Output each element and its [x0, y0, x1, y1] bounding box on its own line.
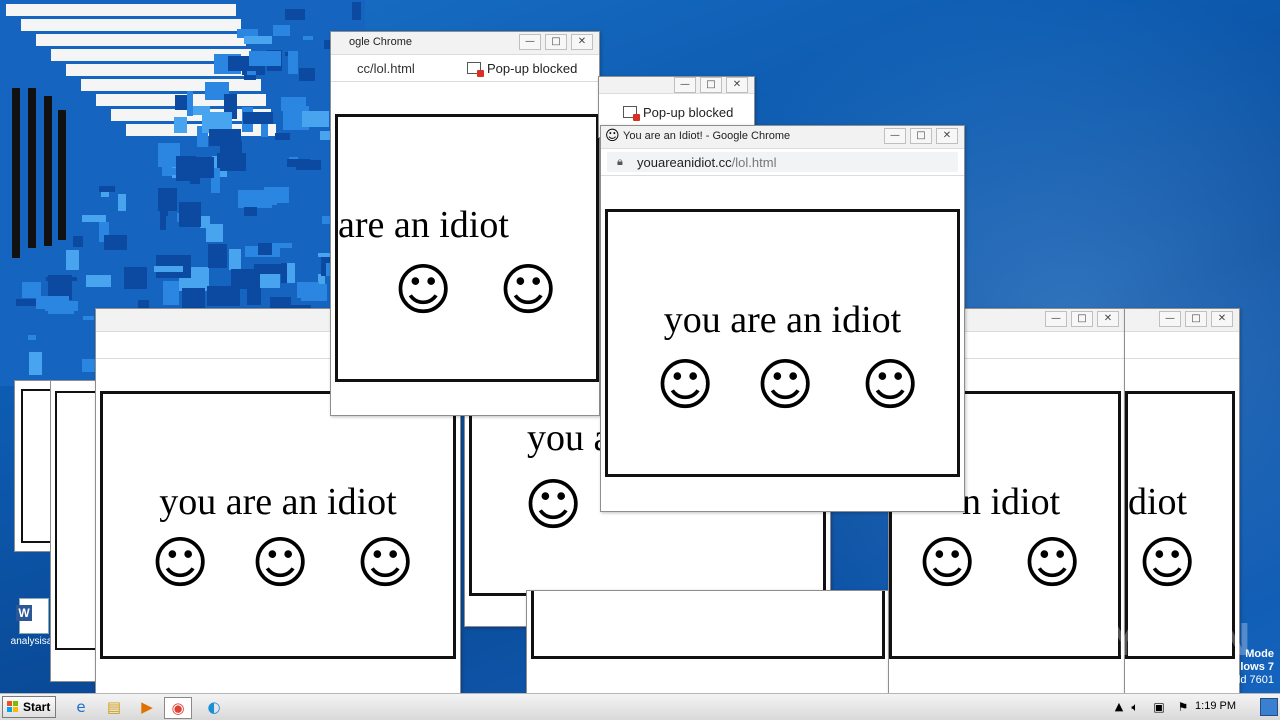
idiot-message: n idiot [962, 481, 1061, 523]
word-document-icon: W [16, 598, 49, 634]
show-desktop-button[interactable] [1260, 698, 1278, 716]
address-bar[interactable]: cc/lol.html Pop-up blocked [331, 55, 599, 82]
title-bar[interactable]: ☺ You are an Idiot! - Google Chrome — □ … [601, 126, 964, 149]
popup-blocked-indicator[interactable]: Pop-up blocked [623, 105, 734, 121]
chrome-icon[interactable]: ◉ [164, 697, 192, 719]
edge-icon[interactable]: ◐ [203, 697, 225, 717]
popup-blocked-label: Pop-up blocked [487, 61, 578, 76]
action-center-flag-icon[interactable]: ⚑ [1172, 697, 1194, 717]
windows-logo-icon [7, 701, 19, 713]
explorer-icon[interactable]: ▤ [103, 697, 125, 717]
smiley-icon: ☺ [756, 353, 815, 418]
idiot-message: are an idiot [338, 204, 509, 246]
window-title: You are an Idiot! - Google Chrome [623, 130, 791, 142]
smiley-icon: ☺ [251, 531, 310, 596]
smiley-icon: ☺ [861, 353, 920, 418]
anyrun-watermark: ANY.RUN [1040, 613, 1252, 665]
minimize-button[interactable]: — [519, 34, 541, 50]
smiley-icon: ☺ [499, 258, 558, 323]
idiot-message: you are an idiot [663, 299, 902, 341]
maximize-button[interactable]: □ [1071, 311, 1093, 327]
close-button[interactable]: ✕ [1211, 311, 1233, 327]
background-window [526, 590, 890, 695]
idiot-window-front[interactable]: ☺ You are an Idiot! - Google Chrome — □ … [600, 125, 965, 512]
address-bar[interactable] [1125, 332, 1239, 359]
lock-icon: 🔒︎ [617, 156, 623, 168]
smiley-icon: ☺ [605, 128, 620, 144]
smiley-icon: ☺ [524, 473, 583, 538]
popup-blocked-label: Pop-up blocked [643, 105, 734, 120]
test-mode-watermark: Mode lows 7 ld 7601 [1237, 648, 1274, 686]
url-text: youareanidiot.cc/lol.html [637, 155, 777, 170]
maximize-button[interactable]: □ [545, 34, 567, 50]
idiot-message: you are an idiot [159, 481, 397, 523]
title-bar[interactable]: — □ ✕ [1125, 309, 1239, 332]
idiot-content: are an idiot ☺ ☺ [335, 114, 599, 382]
close-button[interactable]: ✕ [1097, 311, 1119, 327]
idiot-content: you are an idiot ☺ ☺ ☺ [100, 391, 456, 659]
minimize-button[interactable]: — [884, 128, 906, 144]
smiley-icon: ☺ [1023, 531, 1082, 596]
title-bar[interactable]: ogle Chrome — □ ✕ [331, 32, 599, 55]
maximize-button[interactable]: □ [910, 128, 932, 144]
url-text: cc/lol.html [357, 61, 415, 76]
taskbar: Start e ▤ ▶ ◉ ◐ ▲ 🔈︎ ▣ ⚑ 1:19 PM [0, 693, 1280, 720]
smiley-icon: ☺ [151, 531, 210, 596]
idiot-content: you are an idiot ☺ ☺ ☺ [605, 209, 960, 477]
minimize-button[interactable]: — [674, 77, 696, 93]
smiley-icon: ☺ [394, 258, 453, 323]
idiot-message: diot [1128, 481, 1188, 523]
address-bar[interactable]: 🔒︎ youareanidiot.cc/lol.html [601, 149, 964, 176]
popup-blocked-icon [467, 62, 484, 77]
minimize-button[interactable]: — [1045, 311, 1067, 327]
speaker-icon[interactable]: 🔈︎ [1124, 697, 1146, 717]
close-button[interactable]: ✕ [936, 128, 958, 144]
close-button[interactable]: ✕ [726, 77, 748, 93]
smiley-icon: ☺ [918, 531, 977, 596]
minimize-button[interactable]: — [1159, 311, 1181, 327]
clock[interactable]: 1:19 PM [1195, 700, 1236, 712]
network-icon[interactable]: ▣ [1148, 697, 1170, 717]
idiot-window-top-middle[interactable]: ogle Chrome — □ ✕ cc/lol.html Pop-up blo… [330, 31, 600, 416]
popup-blocked-indicator[interactable]: Pop-up blocked [467, 61, 578, 77]
smiley-icon: ☺ [656, 353, 715, 418]
close-button[interactable]: ✕ [571, 34, 593, 50]
window-title: ogle Chrome [349, 36, 412, 48]
ie-icon[interactable]: e [70, 697, 92, 717]
smiley-icon: ☺ [1138, 531, 1197, 596]
smiley-icon: ☺ [356, 531, 415, 596]
maximize-button[interactable]: □ [1185, 311, 1207, 327]
title-bar[interactable]: — □ ✕ [599, 77, 754, 94]
start-button[interactable]: Start [2, 696, 56, 718]
media-player-icon[interactable]: ▶ [136, 697, 158, 717]
maximize-button[interactable]: □ [700, 77, 722, 93]
popup-blocked-icon [623, 106, 640, 121]
url-field[interactable]: 🔒︎ youareanidiot.cc/lol.html [607, 152, 958, 172]
